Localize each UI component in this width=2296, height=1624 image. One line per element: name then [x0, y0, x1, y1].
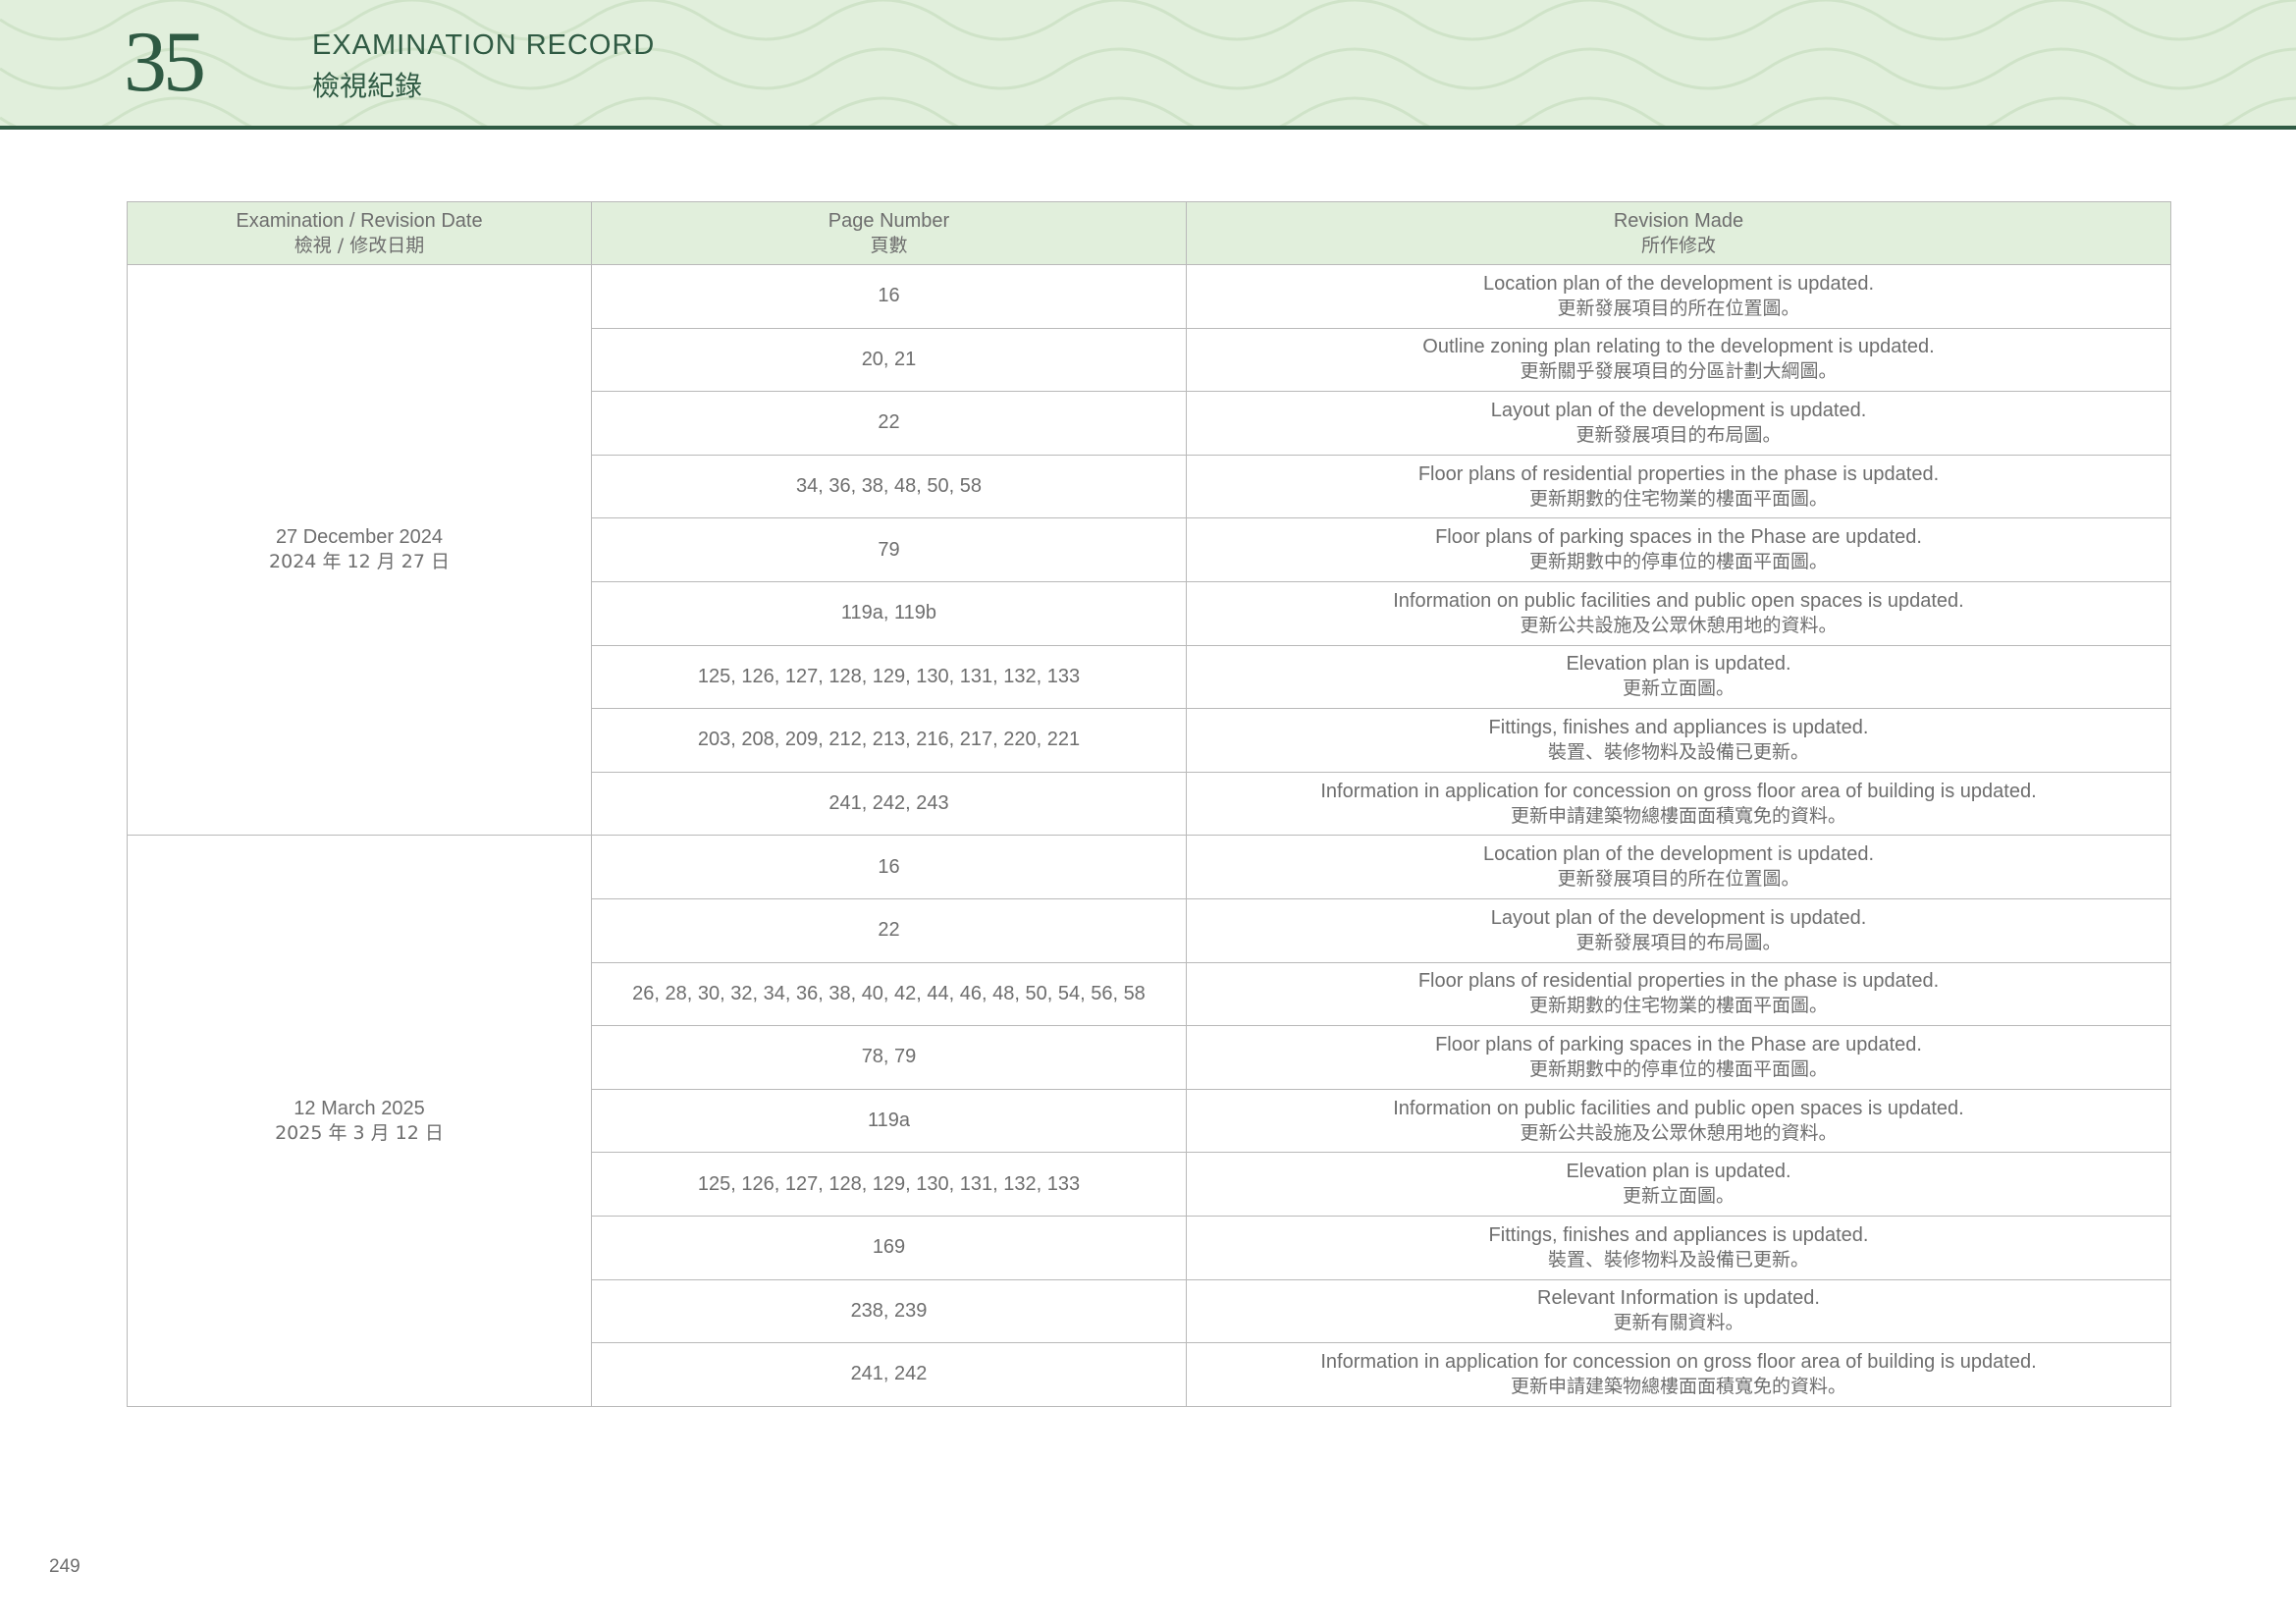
revision-zh: 更新立面圖。 — [1622, 677, 1735, 700]
page-number-cell: 241, 242 — [591, 1342, 1187, 1407]
page-title-en: EXAMINATION RECORD — [312, 29, 656, 61]
examination-record-table: Examination / Revision Date 檢視 / 修改日期 Pa… — [127, 201, 2171, 1407]
page-number-cell: 20, 21 — [591, 327, 1187, 393]
col-header-revision: Revision Made 所作修改 — [1186, 201, 2171, 265]
page-number-cell: 203, 208, 209, 212, 213, 216, 217, 220, … — [591, 708, 1187, 773]
header-pattern — [0, 0, 2296, 126]
page-number-cell: 22 — [591, 897, 1187, 963]
revision-date-zh: 2024 年 12 月 27 日 — [269, 551, 450, 573]
revision-made-cell: Layout plan of the development is update… — [1186, 391, 2171, 456]
revision-zh: 更新發展項目的布局圖。 — [1575, 423, 1782, 446]
col-header-pages: Page Number 頁數 — [591, 201, 1187, 265]
revision-en: Floor plans of residential properties in… — [1417, 462, 1940, 485]
revision-en: Floor plans of parking spaces in the Pha… — [1435, 526, 1922, 549]
page-number-cell: 78, 79 — [591, 1025, 1187, 1090]
revision-date-cell: 12 March 2025 2025 年 3 月 12 日 — [127, 835, 592, 1407]
revision-en: Fittings, finishes and appliances is upd… — [1488, 1223, 1869, 1246]
page-number-cell: 79 — [591, 517, 1187, 582]
page-number-cell: 16 — [591, 264, 1187, 329]
revision-zh: 裝置、裝修物料及設備已更新。 — [1547, 740, 1809, 763]
revision-en: Relevant Information is updated. — [1537, 1287, 1820, 1310]
page-number-cell: 238, 239 — [591, 1278, 1187, 1344]
revision-date-en: 27 December 2024 — [275, 526, 444, 549]
revision-en: Floor plans of parking spaces in the Pha… — [1435, 1033, 1922, 1056]
revision-zh: 更新申請建築物總樓面面積寬免的資料。 — [1510, 804, 1846, 827]
revision-zh: 更新期數的住宅物業的樓面平面圖。 — [1528, 995, 1828, 1017]
revision-made-cell: Information in application for concessio… — [1186, 1342, 2171, 1407]
revision-zh: 更新期數中的停車位的樓面平面圖。 — [1528, 551, 1828, 573]
revision-made-cell: Layout plan of the development is update… — [1186, 897, 2171, 963]
revision-date-cell: 27 December 2024 2024 年 12 月 27 日 — [127, 263, 592, 837]
page-number-cell: 16 — [591, 835, 1187, 899]
page-number-cell: 119a — [591, 1088, 1187, 1154]
revision-date-en: 12 March 2025 — [294, 1097, 425, 1119]
section-number: 35 — [124, 15, 206, 110]
page-number-cell: 241, 242, 243 — [591, 771, 1187, 837]
page-number-cell: 119a, 119b — [591, 580, 1187, 646]
table-row: 12 March 2025 2025 年 3 月 12 日 16 Location p… — [127, 835, 2171, 1407]
revision-en: Outline zoning plan relating to the deve… — [1422, 336, 1935, 358]
col-header-en: Examination / Revision Date — [236, 209, 483, 232]
revision-zh: 更新申請建築物總樓面面積寬免的資料。 — [1510, 1375, 1846, 1397]
revision-en: Elevation plan is updated. — [1566, 1161, 1791, 1183]
col-header-zh: 檢視 / 修改日期 — [294, 234, 425, 256]
revision-made-cell: Information on public facilities and pub… — [1186, 580, 2171, 646]
revision-zh: 更新有關資料。 — [1613, 1312, 1744, 1334]
revision-zh: 更新期數的住宅物業的樓面平面圖。 — [1528, 487, 1828, 510]
revision-zh: 更新關乎發展項目的分區計劃大綱圖。 — [1520, 360, 1838, 383]
page-number-cell: 34, 36, 38, 48, 50, 58 — [591, 454, 1187, 519]
revision-made-cell: Floor plans of parking spaces in the Pha… — [1186, 1025, 2171, 1090]
table-body: 27 December 2024 2024 年 12 月 27 日 16 Locati… — [127, 263, 2171, 1407]
col-header-zh: 頁數 — [870, 234, 908, 256]
col-header-zh: 所作修改 — [1640, 234, 1716, 256]
revision-en: Location plan of the development is upda… — [1482, 843, 1875, 866]
revision-zh: 更新立面圖。 — [1622, 1185, 1735, 1208]
table-row: 27 December 2024 2024 年 12 月 27 日 16 Locati… — [127, 263, 2171, 837]
revision-made-cell: Location plan of the development is upda… — [1186, 835, 2171, 899]
revision-en: Information in application for concessio… — [1320, 1350, 2037, 1373]
revision-zh: 裝置、裝修物料及設備已更新。 — [1547, 1248, 1809, 1271]
revision-made-cell: Elevation plan is updated. 更新立面圖。 — [1186, 1152, 2171, 1217]
revision-en: Information on public facilities and pub… — [1393, 589, 1964, 612]
revision-made-cell: Outline zoning plan relating to the deve… — [1186, 327, 2171, 393]
revision-en: Floor plans of residential properties in… — [1417, 970, 1940, 993]
page-number-cell: 125, 126, 127, 128, 129, 130, 131, 132, … — [591, 1152, 1187, 1217]
revision-made-cell: Elevation plan is updated. 更新立面圖。 — [1186, 644, 2171, 710]
revision-en: Elevation plan is updated. — [1566, 653, 1791, 676]
page-number-cell: 125, 126, 127, 128, 129, 130, 131, 132, … — [591, 644, 1187, 710]
revision-made-cell: Fittings, finishes and appliances is upd… — [1186, 708, 2171, 773]
revision-en: Information in application for concessio… — [1320, 780, 2037, 802]
page-number: 249 — [49, 1556, 80, 1577]
revision-date-zh: 2025 年 3 月 12 日 — [275, 1121, 444, 1144]
revision-en: Layout plan of the development is update… — [1490, 399, 1867, 421]
page-title-zh: 檢視紀錄 — [312, 70, 423, 102]
revision-made-cell: Floor plans of parking spaces in the Pha… — [1186, 517, 2171, 582]
table-header-row: Examination / Revision Date 檢視 / 修改日期 Pa… — [127, 201, 2171, 265]
revision-zh: 更新期數中的停車位的樓面平面圖。 — [1528, 1057, 1828, 1080]
revision-made-cell: Floor plans of residential properties in… — [1186, 454, 2171, 519]
col-header-en: Page Number — [828, 209, 950, 232]
revision-en: Layout plan of the development is update… — [1490, 906, 1867, 929]
revision-en: Location plan of the development is upda… — [1482, 272, 1875, 295]
page-number-cell: 169 — [591, 1215, 1187, 1280]
revision-made-cell: Location plan of the development is upda… — [1186, 264, 2171, 329]
revision-zh: 更新公共設施及公眾休憩用地的資料。 — [1520, 614, 1838, 636]
revision-made-cell: Information in application for concessio… — [1186, 771, 2171, 837]
revision-made-cell: Relevant Information is updated. 更新有關資料。 — [1186, 1278, 2171, 1344]
revision-en: Fittings, finishes and appliances is upd… — [1488, 716, 1869, 738]
col-header-en: Revision Made — [1613, 209, 1744, 232]
revision-zh: 更新公共設施及公眾休憩用地的資料。 — [1520, 1121, 1838, 1144]
col-header-date: Examination / Revision Date 檢視 / 修改日期 — [127, 201, 592, 265]
revision-zh: 更新發展項目的所在位置圖。 — [1557, 868, 1800, 891]
revision-zh: 更新發展項目的布局圖。 — [1575, 931, 1782, 953]
revision-zh: 更新發展項目的所在位置圖。 — [1557, 297, 1800, 319]
revision-en: Information on public facilities and pub… — [1393, 1097, 1964, 1119]
page-header: 35 EXAMINATION RECORD 檢視紀錄 — [0, 0, 2296, 130]
revision-made-cell: Floor plans of residential properties in… — [1186, 961, 2171, 1027]
revision-made-cell: Information on public facilities and pub… — [1186, 1088, 2171, 1154]
revision-made-cell: Fittings, finishes and appliances is upd… — [1186, 1215, 2171, 1280]
page-number-cell: 22 — [591, 391, 1187, 456]
page-number-cell: 26, 28, 30, 32, 34, 36, 38, 40, 42, 44, … — [591, 961, 1187, 1027]
